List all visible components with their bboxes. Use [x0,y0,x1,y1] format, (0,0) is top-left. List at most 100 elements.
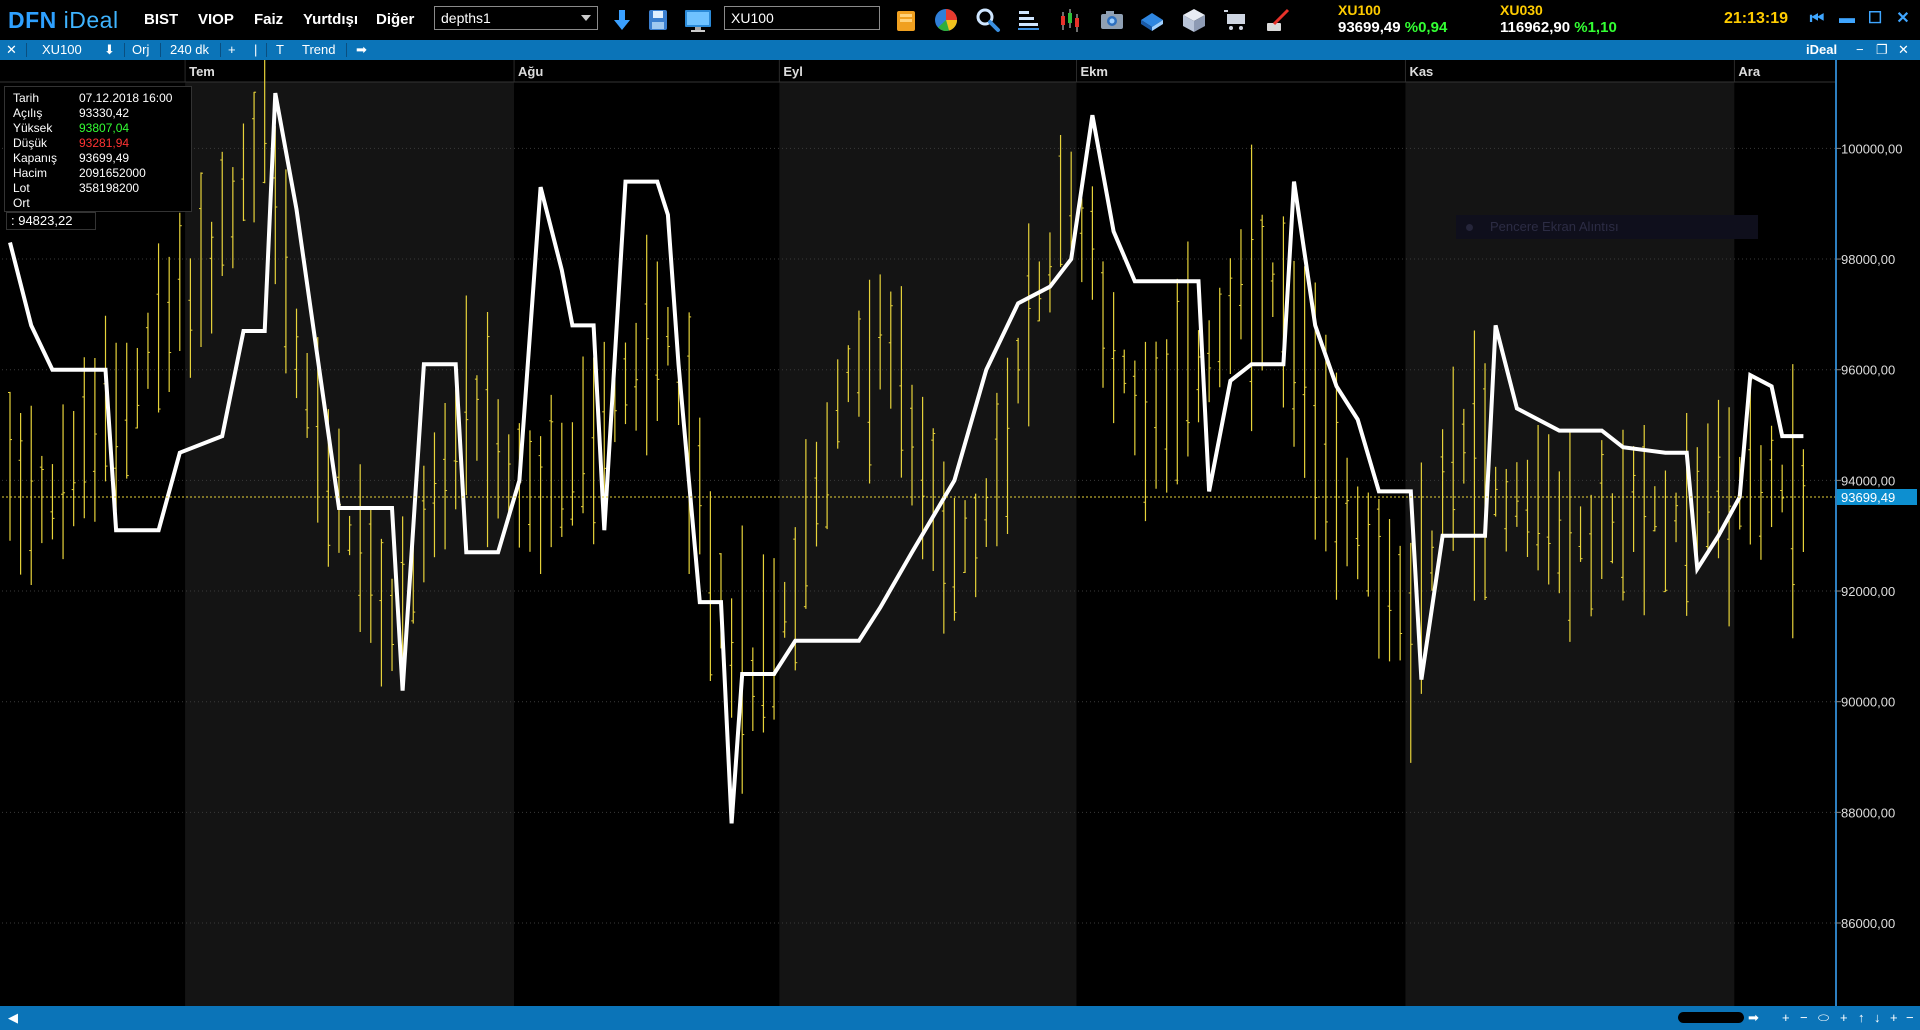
restore-small-icon[interactable]: ❐ [1876,41,1888,59]
menu-item-diger[interactable]: Diğer [376,10,414,30]
chevron-down-icon [581,15,591,21]
y-tick-label: 94000,00 [1841,473,1895,488]
brand-label: iDeal [1806,42,1838,57]
back-arrow-icon[interactable]: ⏮ [1806,8,1828,30]
y-tick-label: 92000,00 [1841,584,1895,599]
info-value: 07.12.2018 16:00 [79,91,173,105]
top-toolbar: DFN iDeal BIST VIOP Faiz Yurtdışı Diğer … [0,0,1920,40]
separator [160,43,161,57]
info-row: Tarih 07.12.2018 16:00 [13,91,189,106]
mode-button[interactable]: Orj [132,41,149,59]
chart-symbol-tab[interactable]: XU100 [42,41,82,59]
quote-xu030[interactable]: 116962,90 %1,10 [1500,19,1617,37]
month-label: Eyl [783,64,803,79]
camera-icon[interactable] [1098,6,1126,34]
info-label: Ort [13,196,30,210]
info-value: 93281,94 [79,136,130,150]
y-tick-label: 98000,00 [1841,252,1895,267]
menu-item-viop[interactable]: VIOP [198,10,234,30]
trend-button[interactable]: Trend [302,41,335,59]
menu-item-faiz[interactable]: Faiz [254,10,283,30]
quote-value-xu030: 116962,90 [1500,19,1571,36]
clock: 21:13:19 [1724,10,1789,27]
info-value: 93807,04 [79,121,130,135]
scroll-right-icon[interactable]: ➡ [1748,1009,1759,1027]
zoom-in-icon[interactable]: + [1782,1009,1790,1027]
ohlc-info-panel: Tarih 07.12.2018 16:00 Açılış 93330,42 Yükse… [4,86,192,212]
scroll-left-icon[interactable]: ◀ [8,1009,18,1027]
scale-down-arrow-icon[interactable]: ↓ [1874,1009,1881,1027]
quote-value-xu100: 93699,49 [1338,19,1401,36]
info-label: Tarih [13,91,40,105]
chart-area[interactable]: Tem Ağu Eyl Ekm Kas Ara 86000,00 88000,00 90000,… [0,60,1920,1006]
fit-icon[interactable]: ⬭ [1818,1009,1829,1027]
info-value: 93330,42 [79,106,130,120]
pie-chart-icon[interactable] [932,6,960,34]
info-label: Hacim [13,166,48,180]
cursor-line-icon[interactable]: | [254,41,257,59]
download-arrow-small-icon[interactable]: ⬇ [104,41,115,59]
info-row: Kapanış 93699,49 [13,151,189,166]
quote-name-xu100[interactable]: XU100 [1338,1,1381,19]
add-icon[interactable]: + [228,41,236,59]
separator [26,43,27,57]
menu-item-yurtdisi[interactable]: Yurtdışı [303,10,358,30]
info-row: Açılış 93330,42 [13,106,189,121]
month-label: Ağu [518,64,543,79]
bottom-scroll-bar: ◀ ➡ + − ⬭ + ↑ ↓ + − [0,1006,1920,1030]
close-icon[interactable]: ✕ [6,41,17,59]
save-disk-icon[interactable] [644,6,672,34]
bar-list-icon[interactable] [1014,6,1042,34]
depth-select[interactable]: depths1 [434,6,598,30]
logo-main-text: DFN [8,7,57,33]
month-label: Ara [1738,64,1760,79]
menu-item-bist[interactable]: BIST [144,10,178,30]
minimize-small-icon[interactable]: − [1856,41,1864,59]
symbol-input[interactable]: XU100 [724,6,880,30]
quote-name-xu030[interactable]: XU030 [1500,1,1543,19]
info-value: 358198200 [79,181,140,195]
scroll-thumb[interactable] [1678,1012,1744,1023]
close-small-icon[interactable]: ✕ [1898,41,1909,59]
app-logo: DFN iDeal [8,6,119,34]
info-label: Lot [13,181,30,195]
text-tool-icon[interactable]: T [276,41,284,59]
monitor-icon[interactable] [682,6,714,34]
month-label: Ekm [1080,64,1107,79]
separator [266,43,267,57]
scale-up-arrow-icon[interactable]: ↑ [1858,1009,1865,1027]
minimize-button[interactable]: ▬ [1836,8,1858,30]
scale-remove-icon[interactable]: − [1906,1009,1914,1027]
separator [346,43,347,57]
info-label: Açılış [13,106,43,120]
folder-icon[interactable] [892,6,920,34]
scale-add-icon[interactable]: + [1890,1009,1898,1027]
y-tick-label: 96000,00 [1841,363,1895,378]
separator [220,43,221,57]
cube-icon[interactable] [1180,6,1208,34]
month-label: Kas [1409,64,1433,79]
close-button[interactable]: ✕ [1892,8,1914,30]
quote-xu100[interactable]: 93699,49 %0,94 [1338,19,1447,37]
maximize-button[interactable]: ☐ [1864,8,1886,30]
month-band [1076,82,1406,1006]
magnifier-icon[interactable] [974,6,1002,34]
chart-tab-bar: ✕ XU100 ⬇ Orj 240 dk + | T Trend ➡ iDeal… [0,40,1920,60]
book-icon[interactable] [1138,6,1166,34]
info-value: 93699,49 [79,151,130,165]
period-button[interactable]: 240 dk [170,41,209,59]
candlestick-icon[interactable] [1056,6,1084,34]
symbol-input-value: XU100 [731,10,774,26]
info-row: Ort [13,196,189,211]
info-value: 2091652000 [79,166,146,180]
scale-up-icon[interactable]: + [1840,1009,1848,1027]
price-chart[interactable]: Tem Ağu Eyl Ekm Kas Ara 86000,00 88000,00 90000,… [0,60,1920,1006]
forward-arrow-icon[interactable]: ➡ [356,41,367,59]
cart-icon[interactable] [1222,6,1250,34]
brush-icon[interactable] [1264,6,1292,34]
info-row: Yüksek 93807,04 [13,121,189,136]
info-label: Düşük [13,136,48,150]
zoom-out-icon[interactable]: − [1800,1009,1808,1027]
info-label: Kapanış [13,151,58,165]
download-arrow-icon[interactable] [608,6,636,34]
